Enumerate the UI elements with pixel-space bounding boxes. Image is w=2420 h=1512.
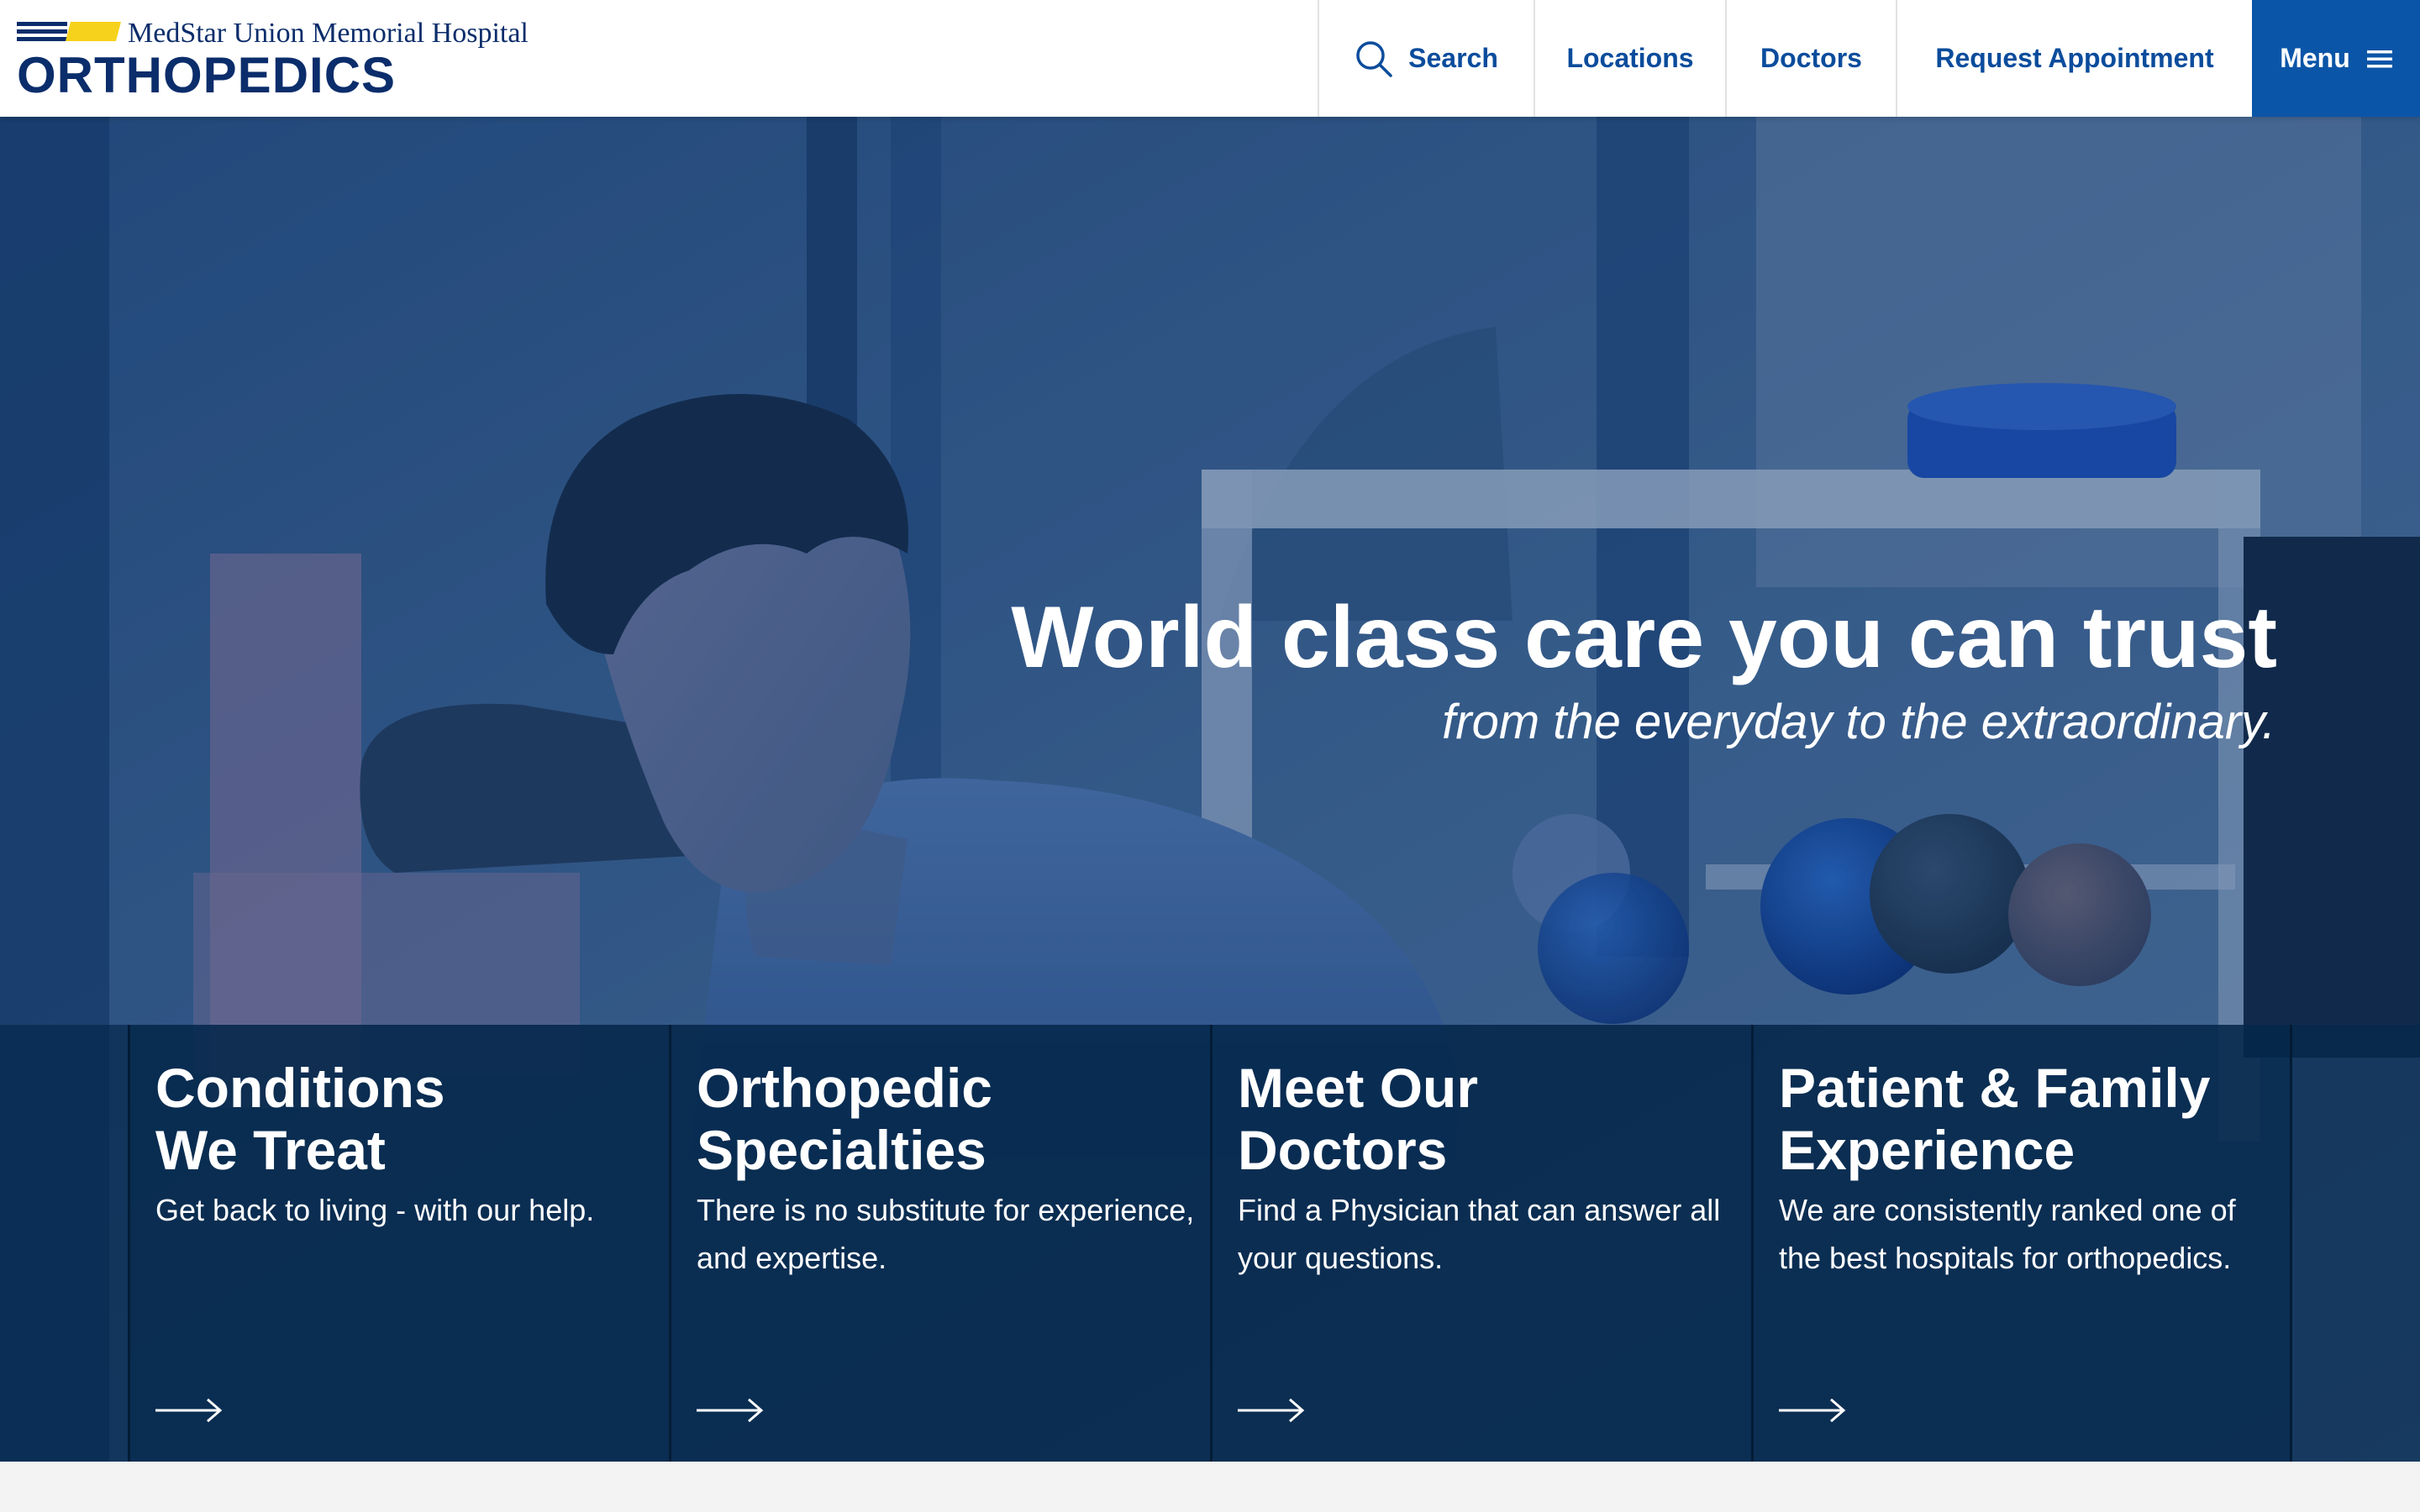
nav-link-locations[interactable]: Locations — [1534, 0, 1725, 117]
doctors-label: Doctors — [1760, 43, 1862, 73]
card-orthopedic-specialties[interactable]: Orthopedic Specialties There is no subst… — [669, 1025, 1210, 1462]
search-icon — [1356, 40, 1392, 77]
arrow-right-icon[interactable] — [155, 1398, 223, 1423]
hero-title: World class care you can trust — [1011, 589, 2277, 686]
card-title: Meet Our Doctors — [1238, 1057, 1742, 1181]
arrow-right-icon[interactable] — [1238, 1398, 1305, 1423]
logo-hospital-name: MedStar Union Memorial Hospital — [128, 18, 529, 49]
card-title-line: Conditions — [155, 1057, 445, 1119]
card-conditions-we-treat[interactable]: Conditions We Treat Get back to living -… — [128, 1025, 669, 1462]
feature-cards: Conditions We Treat Get back to living -… — [0, 1025, 2420, 1462]
top-navigation: Search Locations Doctors Request Appoint… — [1318, 0, 2420, 117]
medstar-logo-mark-icon — [17, 22, 121, 41]
card-title-line: Specialties — [697, 1119, 986, 1181]
request-appointment-label: Request Appointment — [1935, 43, 2214, 73]
card-title-line: Patient & Family — [1779, 1057, 2211, 1119]
card-title: Patient & Family Experience — [1779, 1057, 2283, 1181]
card-description: Find a Physician that can answer all you… — [1238, 1193, 1721, 1275]
arrow-right-icon[interactable] — [697, 1398, 764, 1423]
search-label: Search — [1408, 43, 1498, 73]
card-meet-our-doctors[interactable]: Meet Our Doctors Find a Physician that c… — [1210, 1025, 1751, 1462]
card-description: Get back to living - with our help. — [155, 1193, 595, 1227]
card-title-line: Experience — [1779, 1119, 2075, 1181]
hamburger-icon — [2366, 50, 2392, 67]
nav-link-doctors[interactable]: Doctors — [1725, 0, 1896, 117]
card-title-line: Meet Our — [1238, 1057, 1479, 1119]
logo-department-name: ORTHOPEDICS — [17, 47, 397, 103]
locations-label: Locations — [1566, 43, 1694, 73]
card-title: Conditions We Treat — [155, 1057, 660, 1181]
request-appointment-button[interactable]: Request Appointment — [1896, 0, 2252, 117]
card-title-line: Doctors — [1238, 1119, 1448, 1181]
card-title-line: Orthopedic — [697, 1057, 993, 1119]
site-logo[interactable]: MedStar Union Memorial Hospital ORTHOPED… — [17, 17, 571, 103]
arrow-right-icon[interactable] — [1779, 1398, 1846, 1423]
card-patient-family-experience[interactable]: Patient & Family Experience We are consi… — [1751, 1025, 2292, 1462]
site-header: MedStar Union Memorial Hospital ORTHOPED… — [0, 0, 2420, 117]
card-title-line: We Treat — [155, 1119, 386, 1181]
page-content-area — [0, 1462, 2420, 1512]
card-description: We are consistently ranked one of the be… — [1779, 1193, 2236, 1275]
card-title: Orthopedic Specialties — [697, 1057, 1201, 1181]
hero-subtitle: from the everyday to the extraordinary. — [1442, 695, 2275, 749]
menu-button[interactable]: Menu — [2252, 0, 2420, 117]
menu-label: Menu — [2280, 43, 2350, 73]
search-button[interactable]: Search — [1318, 0, 1534, 117]
card-description: There is no substitute for experience, a… — [697, 1193, 1195, 1275]
